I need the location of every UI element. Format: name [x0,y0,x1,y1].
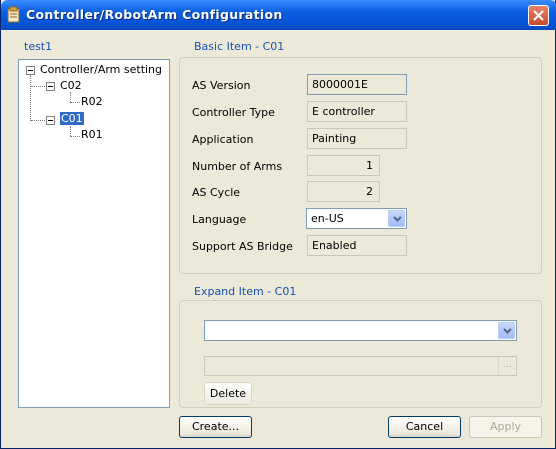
controller-tree[interactable]: Controller/Arm setting C02 R02 C01 R01 [18,59,170,408]
as-version-label: AS Version [192,79,251,92]
tree-line [70,136,80,138]
tree-line [70,92,72,102]
language-label: Language [192,213,247,226]
controller-type-field: E controller [307,101,407,122]
tree-line [30,75,32,121]
apply-button[interactable]: Apply [469,416,542,438]
tree-line [31,120,45,122]
application-field: Painting [307,128,407,149]
tree-line [31,86,45,88]
expand-path-field: ... [204,356,517,376]
chevron-down-icon [503,328,512,334]
expand-item-caption: Expand Item - C01 [193,285,298,298]
number-of-arms-label: Number of Arms [192,160,283,173]
support-as-bridge-label: Support AS Bridge [192,240,293,253]
support-as-bridge-field: Enabled [307,235,407,256]
expand-item-select[interactable] [204,320,517,341]
title-bar: Controller/RobotArm Configuration [1,0,556,30]
delete-button[interactable]: Delete [204,382,252,405]
cancel-button[interactable]: Cancel [388,416,461,438]
tree-item-c01[interactable]: C01 [60,112,84,125]
language-dropdown-button[interactable] [388,210,405,227]
close-icon [533,10,544,21]
tree-root-label[interactable]: Controller/Arm setting [40,63,162,76]
expand-item-dropdown-button[interactable] [498,322,515,339]
app-window-icon [7,6,21,23]
tree-item-r01[interactable]: R01 [81,128,103,141]
number-of-arms-field: 1 [307,155,380,176]
tree-line [70,102,80,104]
collapse-root-icon[interactable] [26,66,35,75]
create-button[interactable]: Create... [179,416,252,438]
as-cycle-label: AS Cycle [192,186,241,199]
application-label: Application [192,133,254,146]
language-select[interactable]: en-US [306,208,407,229]
tree-item-c02[interactable]: C02 [60,79,82,92]
browse-button: ... [498,357,516,375]
window-title: Controller/RobotArm Configuration [26,7,283,22]
language-value: en-US [311,212,344,225]
tree-caption: test1 [24,40,53,53]
as-version-field[interactable]: 8000001E [307,74,407,95]
tree-line [70,126,72,136]
tree-item-r02[interactable]: R02 [81,95,103,108]
close-button[interactable] [528,5,549,26]
controller-type-label: Controller Type [192,106,275,119]
basic-item-caption: Basic Item - C01 [193,40,286,53]
as-cycle-field: 2 [307,181,380,202]
collapse-c01-icon[interactable] [46,116,55,125]
config-dialog: Controller/RobotArm Configuration test1 … [0,0,556,449]
collapse-c02-icon[interactable] [46,82,55,91]
chevron-down-icon [393,216,402,222]
